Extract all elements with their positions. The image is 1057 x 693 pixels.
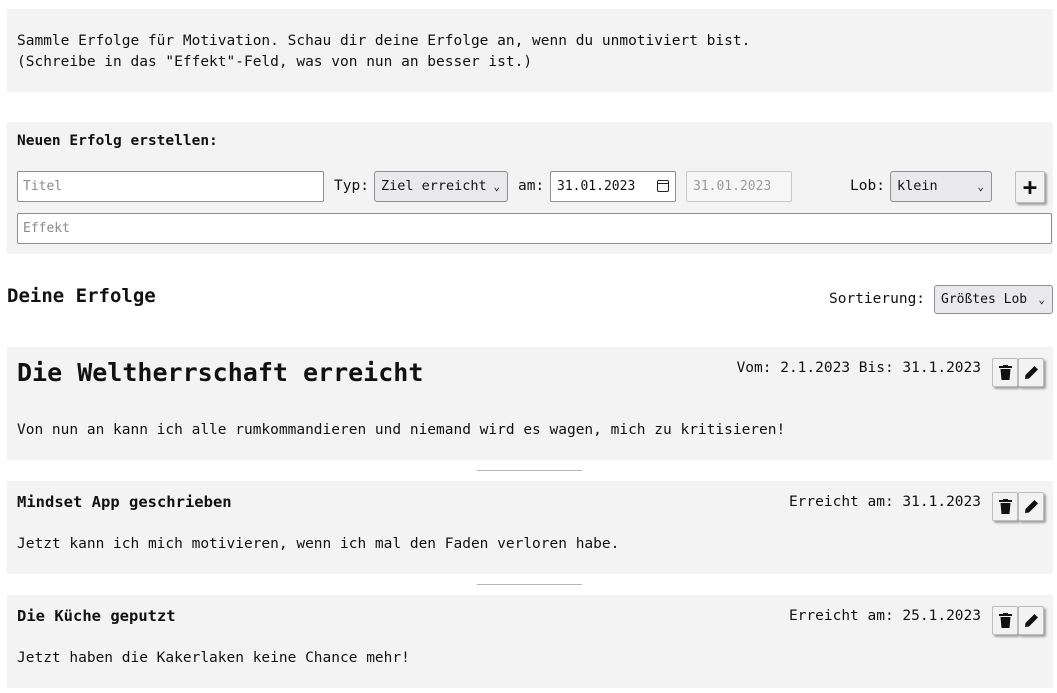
achievements-heading: Deine Erfolge [7,285,156,307]
sort-select[interactable]: Größtes Lob ⌄ [934,285,1053,314]
achievement-date: Erreicht am: 31.1.2023 [788,494,981,510]
pencil-icon [1024,500,1038,513]
chevron-down-icon: ⌄ [493,180,500,193]
achievement-actions [992,606,1044,635]
create-title: Neuen Erfolg erstellen: [17,133,218,149]
trash-icon [998,365,1012,380]
date-label: am: [518,178,545,194]
achievement-effect: Von nun an kann ich alle rumkommandieren… [17,422,786,438]
edit-button[interactable] [1018,606,1044,635]
achievement-card: Die Küche geputzt Erreicht am: 25.1.2023… [7,595,1053,688]
intro-line-1: Sammle Erfolge für Motivation. Schau dir… [17,33,751,49]
delete-button[interactable] [992,358,1018,387]
divider [477,584,582,585]
achievement-date: Vom: 2.1.2023 Bis: 31.1.2023 [736,360,981,376]
achievement-actions [992,358,1044,387]
edit-button[interactable] [1018,492,1044,521]
type-select-value: Ziel erreicht [381,178,487,194]
calendar-icon[interactable] [657,180,669,192]
achievement-effect: Jetzt kann ich mich motivieren, wenn ich… [17,536,620,552]
end-date-input-value: 31.01.2023 [693,179,772,194]
sort-select-value: Größtes Lob [941,292,1028,307]
achievement-effect: Jetzt haben die Kakerlaken keine Chance … [17,650,410,666]
type-label: Typ: [334,178,369,194]
achievement-date: Erreicht am: 25.1.2023 [788,608,981,624]
achievement-actions [992,492,1044,521]
effect-input[interactable] [17,213,1052,244]
achievement-title: Die Weltherrschaft erreicht [17,358,424,387]
achievement-card: Mindset App geschrieben Erreicht am: 31.… [7,481,1053,574]
praise-select-value: klein [897,178,938,194]
praise-label: Lob: [850,178,885,194]
divider [477,470,582,471]
intro-line-2: (Schreibe in das "Effekt"-Feld, was von … [17,54,533,70]
delete-button[interactable] [992,606,1018,635]
create-achievement-form: Neuen Erfolg erstellen: Typ: Ziel erreic… [7,122,1053,254]
achievement-card: Die Weltherrschaft erreicht Vom: 2.1.202… [7,347,1053,460]
edit-button[interactable] [1018,358,1044,387]
pencil-icon [1024,614,1038,627]
pencil-icon [1024,366,1038,379]
date-input[interactable]: 31.01.2023 [550,171,676,202]
chevron-down-icon: ⌄ [977,180,984,193]
sort-label: Sortierung: [829,291,926,307]
trash-icon [998,613,1012,628]
praise-select[interactable]: klein ⌄ [890,171,992,202]
type-select[interactable]: Ziel erreicht ⌄ [374,171,508,202]
end-date-input: 31.01.2023 [686,171,792,202]
date-input-value: 31.01.2023 [557,179,636,194]
achievement-title: Mindset App geschrieben [17,493,232,511]
title-input[interactable] [17,171,324,202]
intro-panel: Sammle Erfolge für Motivation. Schau dir… [7,9,1053,92]
add-achievement-button[interactable]: + [1015,171,1045,203]
delete-button[interactable] [992,492,1018,521]
achievement-title: Die Küche geputzt [17,607,176,625]
chevron-down-icon: ⌄ [1038,293,1045,306]
trash-icon [998,499,1012,514]
